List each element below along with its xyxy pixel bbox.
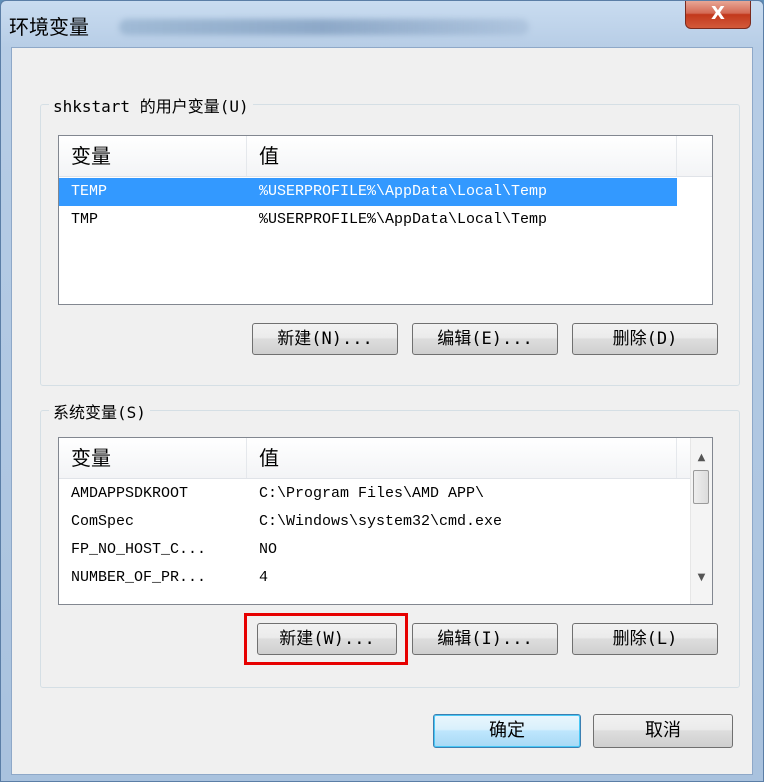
user-variables-group: shkstart 的用户变量(U) 变量 值 TEMP %USERPROFILE… bbox=[40, 93, 740, 386]
column-header-variable[interactable]: 变量 bbox=[59, 136, 247, 176]
dialog-title: 环境变量 bbox=[9, 15, 89, 39]
system-variable-name: FP_NO_HOST_C... bbox=[71, 541, 207, 558]
user-variables-list-header: 变量 值 bbox=[59, 136, 712, 177]
close-button[interactable]: X bbox=[685, 1, 751, 29]
close-icon: X bbox=[711, 3, 725, 24]
column-header-variable[interactable]: 变量 bbox=[59, 438, 247, 478]
environment-variables-dialog: 环境变量 X shkstart 的用户变量(U) 变量 值 TEMP %USER… bbox=[0, 0, 764, 782]
system-variable-name: ComSpec bbox=[71, 513, 135, 530]
highlight-box-around-new-button bbox=[244, 613, 408, 665]
user-variable-row-temp[interactable]: TEMP %USERPROFILE%\AppData\Local\Temp bbox=[59, 178, 677, 206]
dialog-client-area: shkstart 的用户变量(U) 变量 值 TEMP %USERPROFILE… bbox=[11, 47, 753, 775]
scroll-up-arrow-icon[interactable]: ▲ bbox=[691, 448, 712, 468]
system-variables-list[interactable]: 变量 值 AMDAPPSDKROOT C:\Program Files\AMD … bbox=[58, 437, 713, 605]
system-variable-value: NO bbox=[259, 541, 278, 558]
user-variable-name: TMP bbox=[71, 211, 99, 228]
user-variable-row-tmp[interactable]: TMP %USERPROFILE%\AppData\Local\Temp bbox=[59, 206, 677, 234]
system-variables-group-label: 系统变量(S) bbox=[49, 399, 150, 423]
user-new-button[interactable]: 新建(N)... bbox=[252, 323, 398, 355]
system-variable-name: NUMBER_OF_PR... bbox=[71, 569, 207, 586]
system-delete-button[interactable]: 删除(L) bbox=[572, 623, 718, 655]
user-variable-name: TEMP bbox=[71, 183, 108, 200]
user-delete-button[interactable]: 删除(D) bbox=[572, 323, 718, 355]
title-bar[interactable]: 环境变量 X bbox=[1, 1, 763, 47]
system-variables-scrollbar[interactable]: ▲ ▼ bbox=[690, 438, 712, 604]
system-variable-value: C:\Program Files\AMD APP\ bbox=[259, 485, 485, 502]
system-variable-row[interactable]: NUMBER_OF_PR... 4 bbox=[59, 564, 689, 592]
user-variables-group-label: shkstart 的用户变量(U) bbox=[49, 93, 253, 117]
column-header-value[interactable]: 值 bbox=[247, 438, 677, 478]
user-variable-value: %USERPROFILE%\AppData\Local\Temp bbox=[259, 211, 548, 228]
scroll-thumb[interactable] bbox=[693, 470, 709, 504]
system-variable-row[interactable]: FP_NO_HOST_C... NO bbox=[59, 536, 689, 564]
column-header-value[interactable]: 值 bbox=[247, 136, 677, 176]
cancel-button[interactable]: 取消 bbox=[593, 714, 733, 748]
system-variable-row[interactable]: ComSpec C:\Windows\system32\cmd.exe bbox=[59, 508, 689, 536]
system-variable-row[interactable]: AMDAPPSDKROOT C:\Program Files\AMD APP\ bbox=[59, 480, 689, 508]
user-edit-button[interactable]: 编辑(E)... bbox=[412, 323, 558, 355]
user-variables-list[interactable]: 变量 值 TEMP %USERPROFILE%\AppData\Local\Te… bbox=[58, 135, 713, 305]
system-variables-group: 系统变量(S) 变量 值 AMDAPPSDKROOT C:\Program Fi… bbox=[40, 399, 740, 688]
user-variable-value: %USERPROFILE%\AppData\Local\Temp bbox=[259, 183, 548, 200]
scroll-down-arrow-icon[interactable]: ▼ bbox=[691, 568, 712, 588]
blurred-title-region bbox=[119, 19, 529, 35]
system-variable-name: AMDAPPSDKROOT bbox=[71, 485, 189, 502]
system-edit-button[interactable]: 编辑(I)... bbox=[412, 623, 558, 655]
system-variable-value: 4 bbox=[259, 569, 269, 586]
ok-button[interactable]: 确定 bbox=[433, 714, 581, 748]
system-variable-value: C:\Windows\system32\cmd.exe bbox=[259, 513, 503, 530]
system-variables-list-header: 变量 值 bbox=[59, 438, 712, 479]
